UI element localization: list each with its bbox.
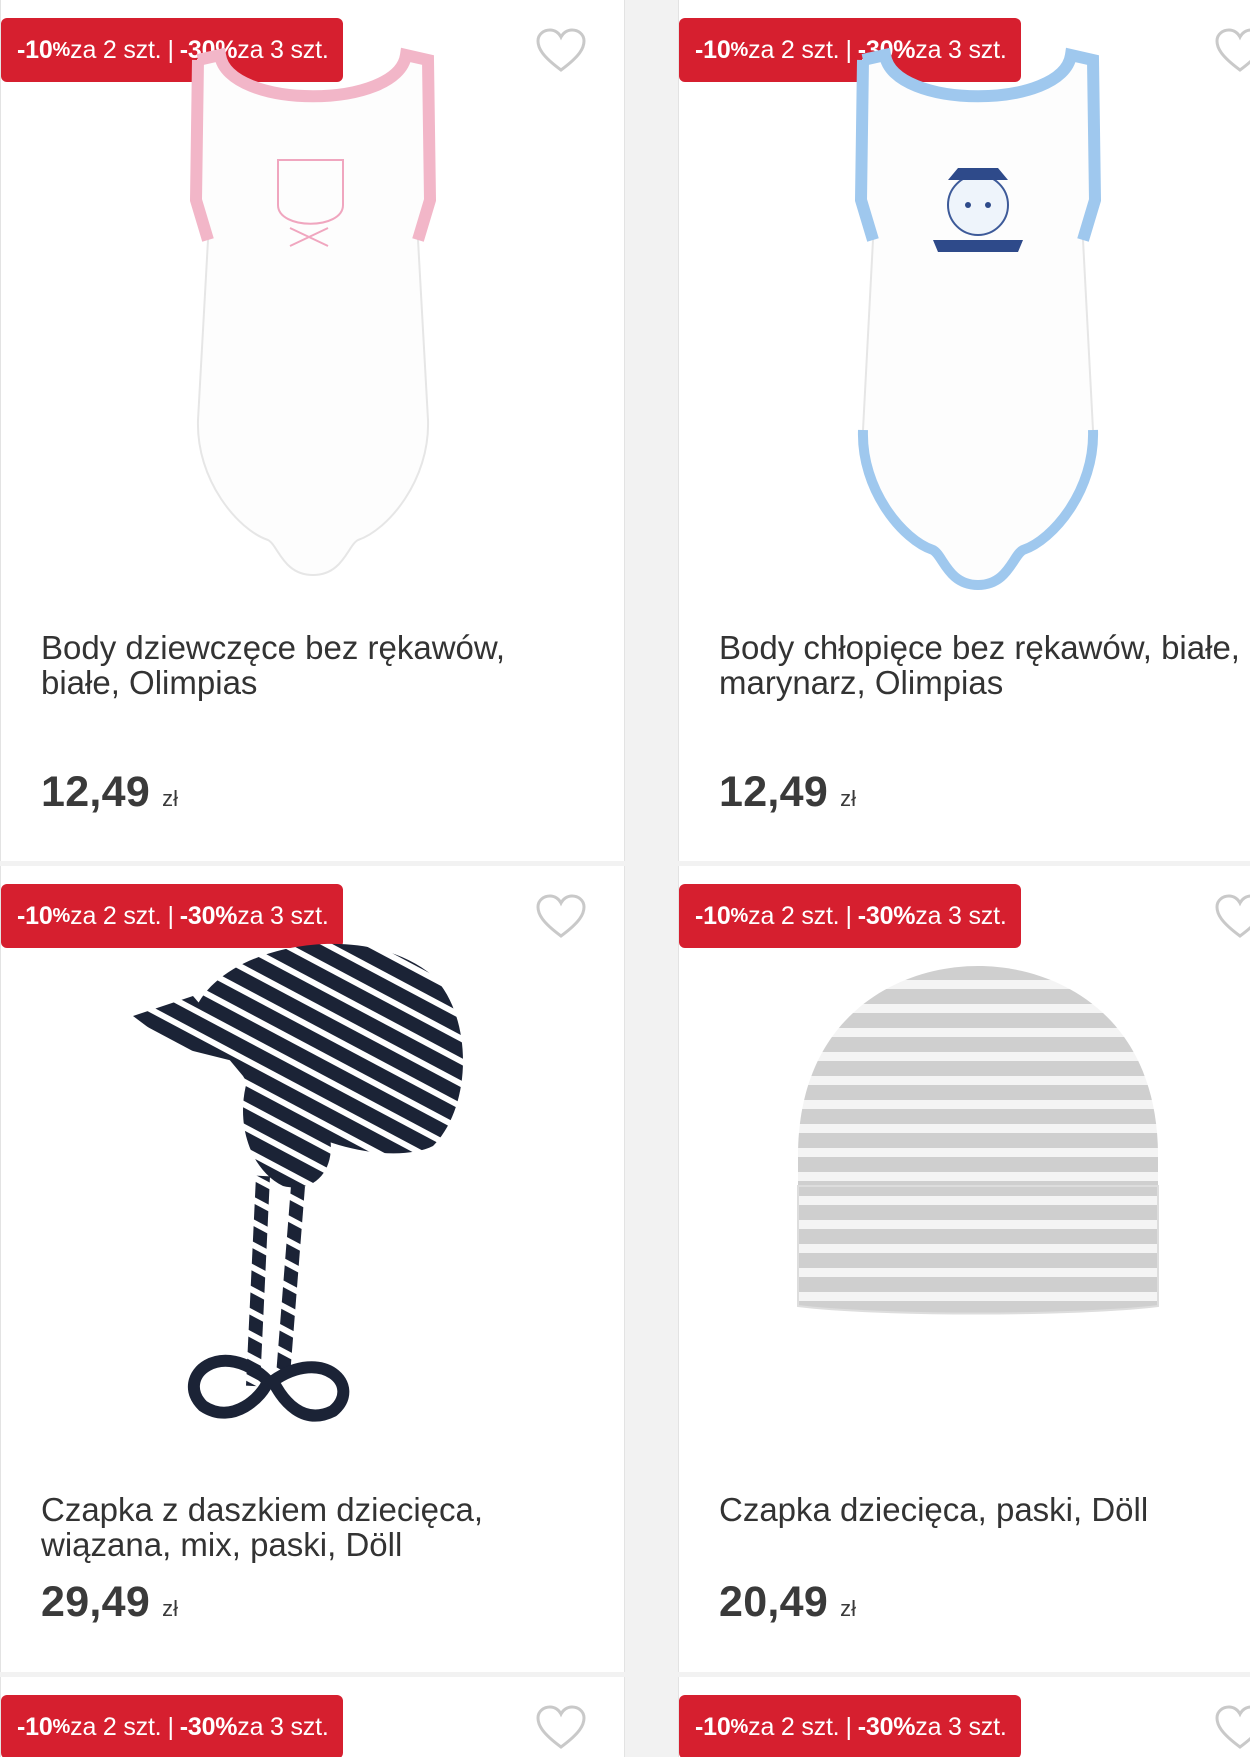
product-price: 20,49 zł — [719, 1578, 856, 1626]
girl-bodysuit-image[interactable] — [1, 40, 624, 600]
product-title[interactable]: Body dziewczęce bez rękawów, białe, Olim… — [41, 630, 601, 700]
bodysuit-illustration — [854, 47, 1102, 591]
product-card[interactable]: -10% za 2 szt. | -30% za 3 szt. Body chłop… — [678, 0, 1250, 861]
product-price: 29,49 zł — [41, 1578, 178, 1626]
product-price: 12,49 zł — [41, 768, 178, 816]
promo-badge: -10% za 2 szt. | -30% za 3 szt. — [1, 1695, 343, 1757]
boy-sailor-bodysuit-image[interactable] — [679, 40, 1250, 600]
heart-icon[interactable] — [1215, 1705, 1250, 1751]
product-card[interactable]: -10% za 2 szt. | -30% za 3 szt. Body dziew… — [0, 0, 625, 861]
product-card[interactable]: -10% za 2 szt. | -30% za 3 szt. — [678, 1677, 1250, 1757]
heart-icon[interactable] — [536, 1705, 586, 1751]
product-card[interactable]: -10% za 2 szt. | -30% za 3 szt. Czapka dzi… — [678, 866, 1250, 1672]
striped-cap-image[interactable] — [1, 906, 624, 1466]
bodysuit-illustration — [189, 47, 436, 577]
cap-illustration — [132, 943, 463, 1422]
beanie-illustration — [797, 966, 1159, 1315]
product-price: 12,49 zł — [719, 768, 856, 816]
product-title[interactable]: Body chłopięce bez rękawów, białe, maryn… — [719, 630, 1250, 700]
product-title[interactable]: Czapka z daszkiem dziecięca, wiązana, mi… — [41, 1492, 601, 1562]
striped-beanie-image[interactable] — [679, 906, 1250, 1466]
promo-badge: -10% za 2 szt. | -30% za 3 szt. — [679, 1695, 1021, 1757]
product-title[interactable]: Czapka dziecięca, paski, Döll — [719, 1492, 1250, 1527]
product-card[interactable]: -10% za 2 szt. | -30% za 3 szt. — [0, 866, 625, 1672]
product-grid: -10% za 2 szt. | -30% za 3 szt. Body dziew… — [0, 0, 1250, 1757]
product-card[interactable]: -10% za 2 szt. | -30% za 3 szt. — [0, 1677, 625, 1757]
